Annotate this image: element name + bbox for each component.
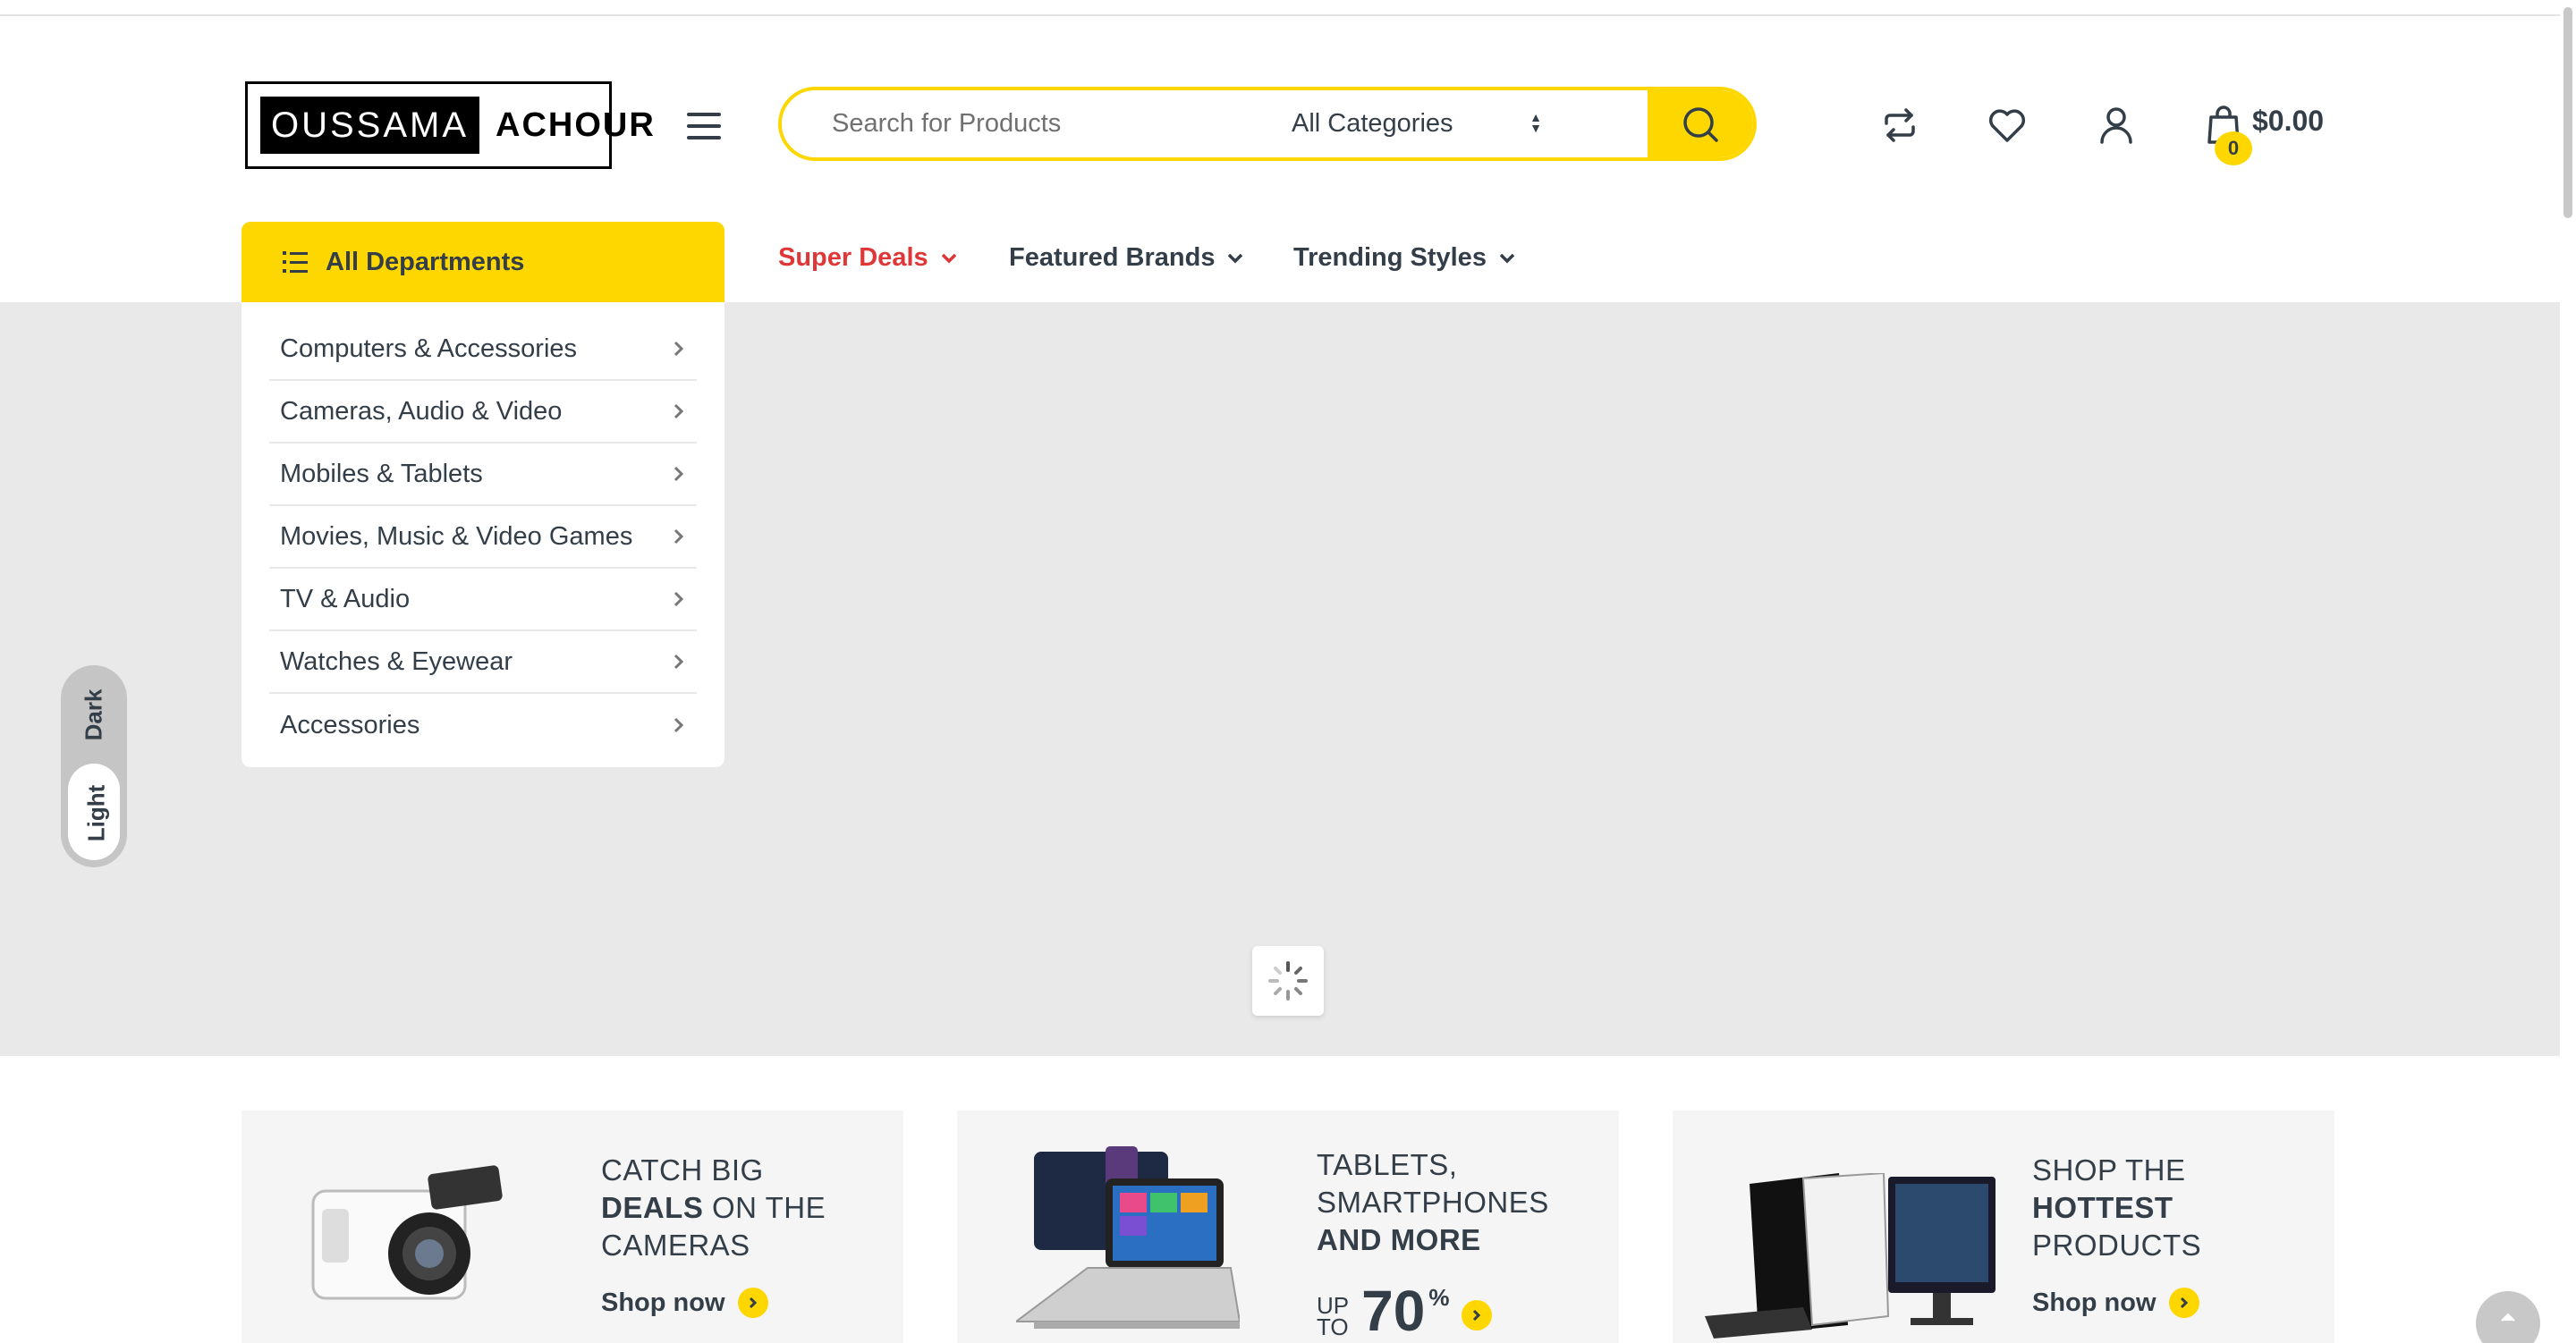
nav-featured-brands[interactable]: Featured Brands [1009,243,1243,273]
category-select[interactable]: All Categories ▲ ▼ [1292,90,1542,157]
promo-1-line-2: DEALS ON THE [601,1189,826,1227]
search-icon [1683,106,1718,142]
chevron-right-icon [674,466,684,482]
promo-card-cameras[interactable]: CATCH BIG DEALS ON THE CAMERAS Shop now [242,1111,903,1343]
promo-3-line-3: PRODUCTS [2032,1229,2202,1262]
nav-trending-styles-label: Trending Styles [1293,243,1487,272]
promo-1-line-1: CATCH BIG [601,1153,764,1187]
promo-2-line-2: SMARTPHONES [1317,1186,1549,1219]
dept-item-accessories[interactable]: Accessories [269,694,697,756]
loading-spinner-icon [1252,946,1324,1016]
shop-now-label: Shop now [2032,1288,2157,1317]
dept-item-mobiles[interactable]: Mobiles & Tablets [269,443,697,506]
promo-card-hottest[interactable]: SHOP THE HOTTEST PRODUCTS Shop now [1673,1111,2334,1343]
theme-light-option[interactable]: Light [82,785,110,842]
dept-item-label: Movies, Music & Video Games [280,521,633,551]
nav-super-deals[interactable]: Super Deals [778,243,957,273]
compare-icon[interactable] [1878,104,1921,147]
promo-2-line-3: AND MORE [1317,1221,1481,1259]
upto-label: UP TO [1317,1294,1349,1340]
tablets-image [1016,1146,1240,1329]
chevron-down-icon [1227,253,1243,264]
theme-toggle[interactable]: Dark Light [61,665,127,867]
camera-image [311,1165,503,1300]
search-bar: All Categories ▲▼ [778,87,1757,161]
arrow-right-icon [2168,1288,2199,1318]
top-border [0,0,2576,16]
departments-menu: Computers & Accessories Cameras, Audio &… [242,302,724,767]
chevron-down-icon [1499,253,1515,264]
scroll-to-top-button[interactable] [2476,1291,2540,1343]
all-departments-button[interactable]: All Departments [242,222,724,302]
chevron-right-icon [674,591,684,607]
chevron-right-icon [674,528,684,545]
heart-icon[interactable] [1986,104,2029,147]
logo-part-2: ACHOUR [496,106,656,144]
all-departments-label: All Departments [326,247,525,276]
site-logo[interactable]: OUSSAMA ACHOUR [245,81,654,169]
category-select-value: All Categories [1292,109,1453,138]
arrow-right-icon[interactable] [1462,1300,1493,1330]
promo-1-shop-now[interactable]: Shop now [601,1288,768,1318]
promo-3-bold: HOTTEST [2032,1191,2174,1224]
promo-card-tablets[interactable]: TABLETS, SMARTPHONES AND MORE UP TO 70 % [957,1111,1619,1343]
chevron-right-icon [674,341,684,357]
dept-item-movies[interactable]: Movies, Music & Video Games [269,506,697,569]
nav-trending-styles[interactable]: Trending Styles [1293,243,1515,273]
search-input[interactable] [832,90,1279,157]
nav-featured-brands-label: Featured Brands [1009,243,1216,272]
shop-now-label: Shop now [601,1288,725,1317]
hamburger-menu-icon[interactable] [687,113,721,139]
promo-3-shop-now[interactable]: Shop now [2032,1288,2199,1318]
chevron-up-icon [2501,1313,2515,1322]
promo-3-line-2: HOTTEST [2032,1189,2174,1227]
dept-item-computers[interactable]: Computers & Accessories [269,318,697,381]
dept-item-label: Computers & Accessories [280,334,578,363]
chevron-right-icon [674,403,684,419]
promo-3-line-1: SHOP THE [2032,1153,2186,1187]
nav-super-deals-label: Super Deals [778,243,928,272]
promo-1-bold: DEALS [601,1191,704,1224]
promo-2-discount: UP TO 70 % [1317,1279,1493,1343]
page-scrollbar[interactable] [2560,0,2576,1343]
chevron-right-icon [674,717,684,733]
upto-label-2: TO [1317,1313,1349,1340]
chevron-down-icon [941,253,957,264]
dept-item-cameras[interactable]: Cameras, Audio & Video [269,381,697,443]
arrow-right-icon [737,1288,768,1318]
promo-2-line-1: TABLETS, [1317,1148,1458,1181]
discount-value: 70 [1361,1279,1426,1343]
dept-item-watches[interactable]: Watches & Eyewear [269,631,697,694]
dept-item-label: Cameras, Audio & Video [280,396,563,426]
theme-dark-option[interactable]: Dark [80,689,107,741]
dept-item-label: Mobiles & Tablets [280,459,483,488]
cart-count-badge: 0 [2215,131,2252,165]
chevron-right-icon [674,654,684,670]
select-arrows-icon: ▲ ▼ [1530,110,1542,135]
promo-1-line-2-rest: ON THE [703,1191,826,1224]
dept-item-tv-audio[interactable]: TV & Audio [269,569,697,631]
cart-total[interactable]: $0.00 [2252,105,2324,138]
search-button[interactable] [1648,90,1753,157]
dept-item-label: TV & Audio [280,584,411,613]
promo-2-bold: AND MORE [1317,1223,1481,1256]
percent-sign: % [1428,1284,1450,1311]
desktop-pc-image [1705,1173,1996,1339]
scrollbar-thumb[interactable] [2563,7,2572,218]
promo-1-line-3: CAMERAS [601,1229,750,1262]
logo-part-1: OUSSAMA [260,97,480,154]
dept-item-label: Watches & Eyewear [280,646,513,676]
user-icon[interactable] [2095,104,2138,147]
dept-item-label: Accessories [280,710,420,739]
list-icon [283,250,309,274]
